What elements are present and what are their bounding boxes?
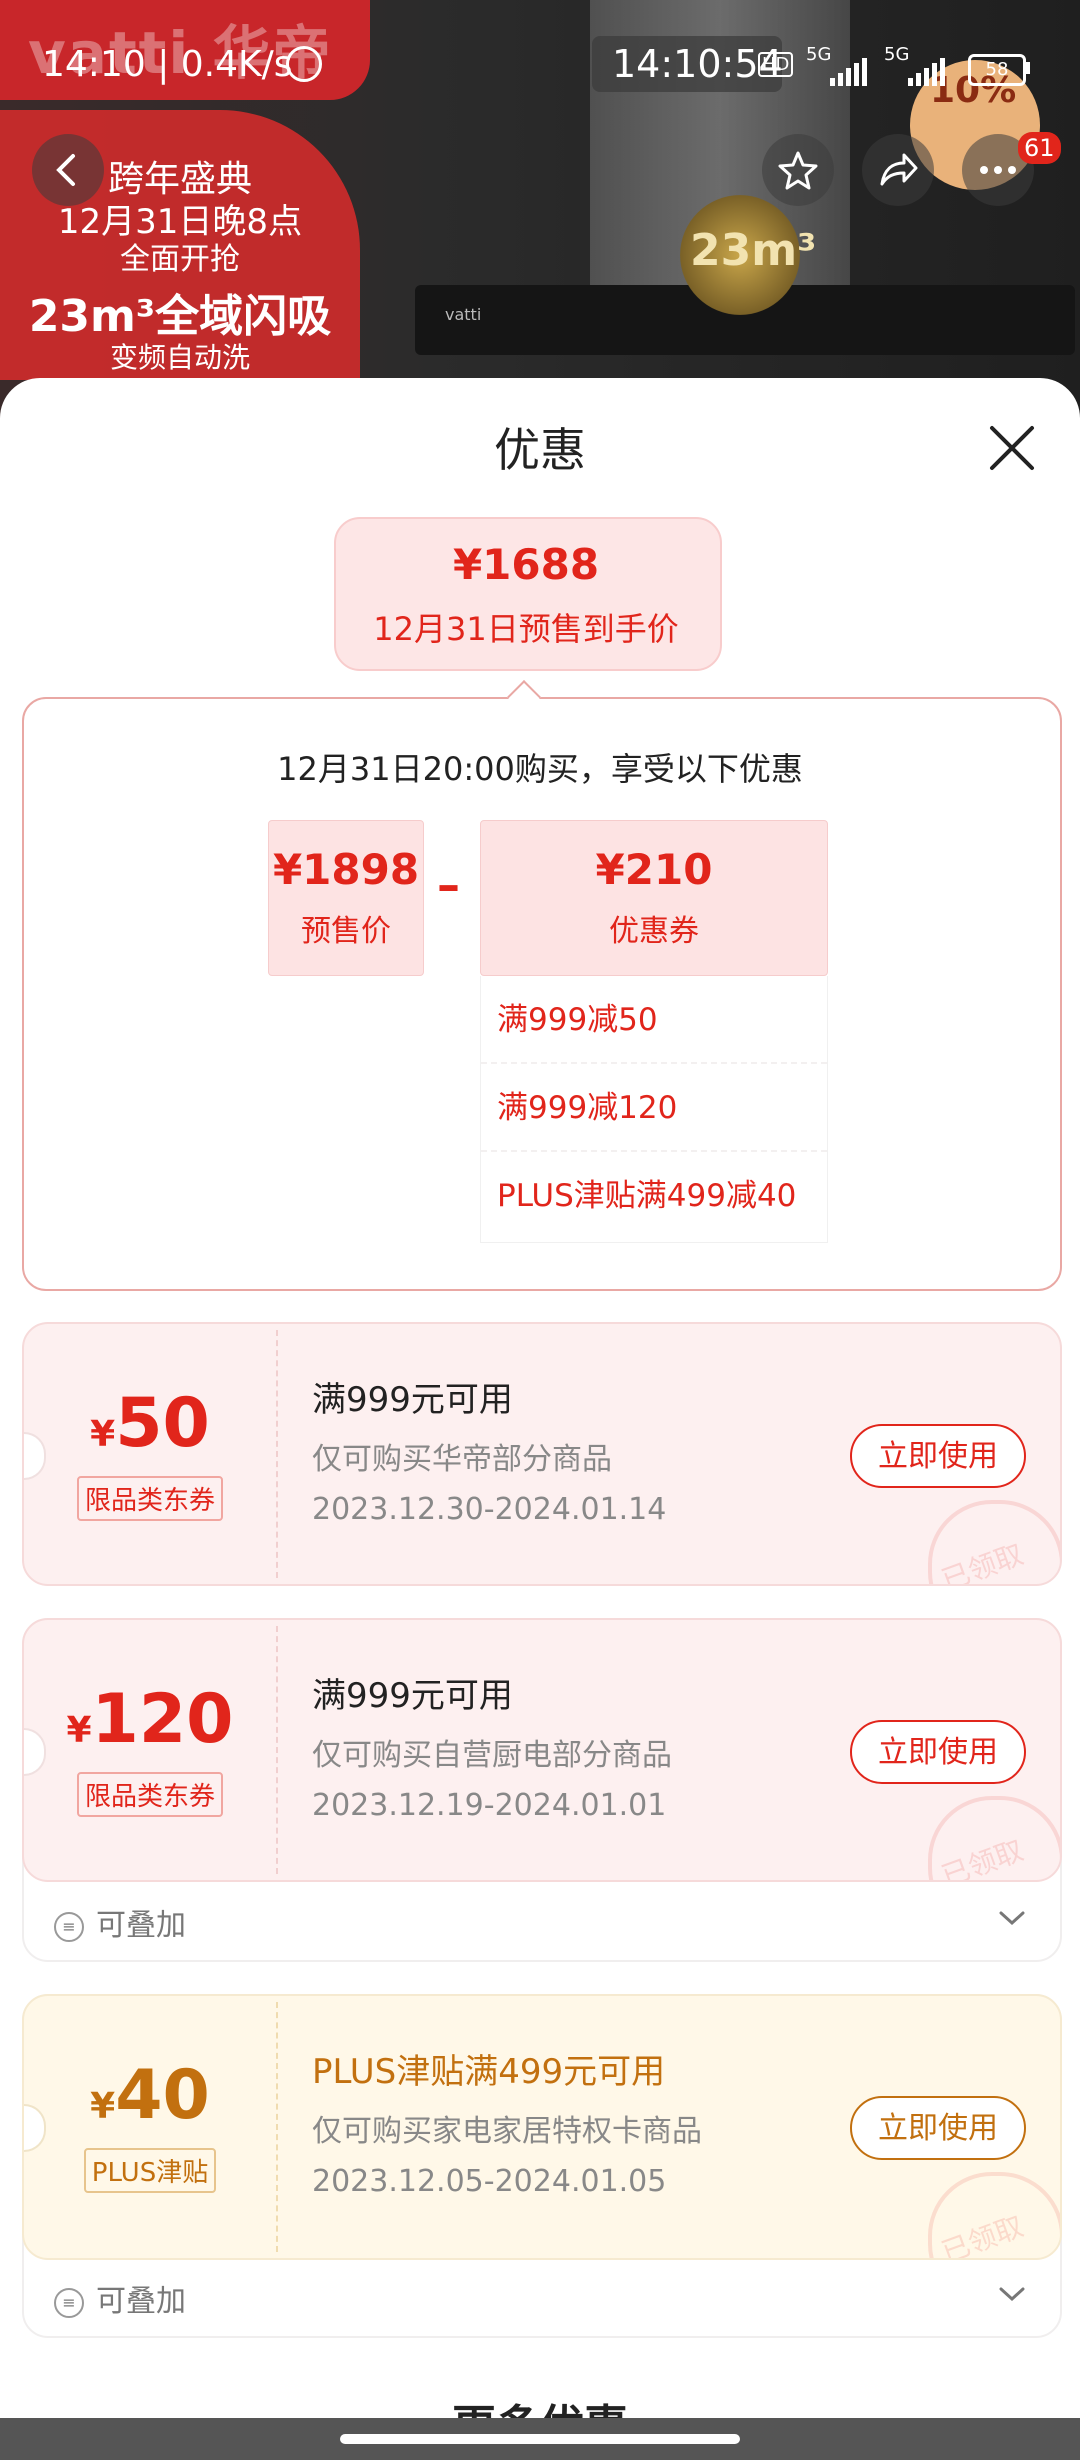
calc-heading: 12月31日20:00购买，享受以下优惠 <box>277 750 803 788</box>
alarm-icon <box>286 46 322 82</box>
coupon-tag: 限品类东券 <box>24 1476 276 1521</box>
coupon-title: PLUS津贴满499元可用 <box>312 2052 666 2092</box>
coupon-date: 2023.12.19-2024.01.01 <box>312 1788 667 1823</box>
coupon-subtitle: 仅可购买家电家居特权卡商品 <box>312 2114 702 2149</box>
card-divider <box>276 1330 278 1578</box>
battery-icon: 58 <box>968 54 1026 86</box>
product-hood-brand: vatti <box>445 305 482 324</box>
hd-icon: HD <box>758 52 794 77</box>
share-button[interactable] <box>862 134 934 206</box>
currency-symbol: ¥ <box>66 1710 92 1751</box>
presale-price-cell: ¥1898 预售价 <box>268 820 424 976</box>
chevron-down-icon[interactable] <box>998 1908 1026 1928</box>
stackable-label: 可叠加 <box>96 1908 186 1943</box>
coupon-breakdown-list: 满999减50 满999减120 PLUS津贴满499减40 <box>480 976 828 1243</box>
chevron-down-icon[interactable] <box>998 2284 1026 2304</box>
product-badge-text: 23m³ <box>690 225 817 276</box>
home-indicator[interactable] <box>340 2434 740 2444</box>
promo-line-4: 23m³全域闪吸 <box>28 291 332 342</box>
back-button[interactable] <box>32 134 104 206</box>
promo-line-3: 全面开抢 <box>120 242 240 277</box>
back-icon <box>56 154 75 186</box>
coupon-tag-label: 限品类东券 <box>76 1476 223 1521</box>
share-icon <box>880 153 918 186</box>
currency-symbol: ¥ <box>90 2086 116 2127</box>
close-icon[interactable] <box>984 420 1040 476</box>
stackable-label: 可叠加 <box>96 2284 186 2319</box>
coupon-total-value: ¥210 <box>595 845 713 894</box>
coupon-title: 满999元可用 <box>312 1380 513 1420</box>
coupon-date: 2023.12.05-2024.01.05 <box>312 2164 667 2199</box>
presale-price-value: ¥1898 <box>272 845 420 894</box>
coupon-amount: ¥50 <box>24 1384 276 1463</box>
coupon-amount: ¥120 <box>24 1680 276 1759</box>
minus-sign: – <box>437 858 460 912</box>
stackable-row[interactable]: ≡ 可叠加 <box>54 1900 186 1944</box>
more-dots-icon <box>980 166 1016 174</box>
card-divider <box>276 2002 278 2252</box>
coupon-tag-label: 限品类东券 <box>76 1772 223 1817</box>
use-now-button[interactable]: 立即使用 <box>850 1720 1026 1784</box>
final-price: ¥1688 <box>452 540 600 589</box>
coupon-card-40: ¥40 PLUS津贴 PLUS津贴满499元可用 仅可购买家电家居特权卡商品 2… <box>22 1994 1062 2260</box>
coupon-card-120: ¥120 限品类东券 满999元可用 仅可购买自营厨电部分商品 2023.12.… <box>22 1618 1062 1882</box>
coupon-amount-value: 120 <box>91 1680 234 1759</box>
coupon-date: 2023.12.30-2024.01.14 <box>312 1492 667 1527</box>
coupon-breakdown-item: PLUS津贴满499减40 <box>497 1178 797 1214</box>
stack-icon: ≡ <box>54 1911 84 1942</box>
signal-icon <box>908 58 945 86</box>
currency-symbol: ¥ <box>90 1414 116 1455</box>
coupon-amount-value: 40 <box>115 2056 210 2135</box>
card-divider <box>276 1626 278 1874</box>
coupon-tag-label: PLUS津贴 <box>83 2148 217 2193</box>
network-type-1: 5G <box>806 44 832 65</box>
coupon-amount-value: 50 <box>115 1384 210 1463</box>
coupon-card-50: ¥50 限品类东券 满999元可用 仅可购买华帝部分商品 2023.12.30-… <box>22 1322 1062 1586</box>
use-now-button[interactable]: 立即使用 <box>850 1424 1026 1488</box>
coupon-breakdown-item: 满999减120 <box>481 1064 827 1152</box>
presale-price-label: 预售价 <box>301 914 391 949</box>
signal-icon <box>830 58 867 86</box>
star-icon <box>778 151 818 190</box>
promo-line-5: 变频自动洗 <box>109 341 250 374</box>
coupon-title: 满999元可用 <box>312 1676 513 1716</box>
coupon-tag: 限品类东券 <box>24 1772 276 1817</box>
final-price-label: 12月31日预售到手价 <box>373 610 679 648</box>
coupon-amount: ¥40 <box>24 2056 276 2135</box>
message-count-badge: 61 <box>1018 132 1061 164</box>
favorite-button[interactable] <box>762 134 834 206</box>
use-now-button[interactable]: 立即使用 <box>850 2096 1026 2160</box>
coupon-total-cell: ¥210 优惠券 <box>480 820 828 976</box>
coupon-total-label: 优惠券 <box>609 914 699 949</box>
stackable-row[interactable]: ≡ 可叠加 <box>54 2276 186 2320</box>
network-type-2: 5G <box>884 44 910 65</box>
battery-tip <box>1026 62 1030 74</box>
coupon-tag: PLUS津贴 <box>24 2148 276 2193</box>
coupon-subtitle: 仅可购买自营厨电部分商品 <box>312 1738 672 1773</box>
sheet-title: 优惠 <box>494 423 586 477</box>
coupon-breakdown-item: 满999减50 <box>481 976 827 1064</box>
status-time: 14:10 | 0.4K/s <box>42 44 293 85</box>
stack-icon: ≡ <box>54 2287 84 2318</box>
coupon-subtitle: 仅可购买华帝部分商品 <box>312 1442 612 1477</box>
